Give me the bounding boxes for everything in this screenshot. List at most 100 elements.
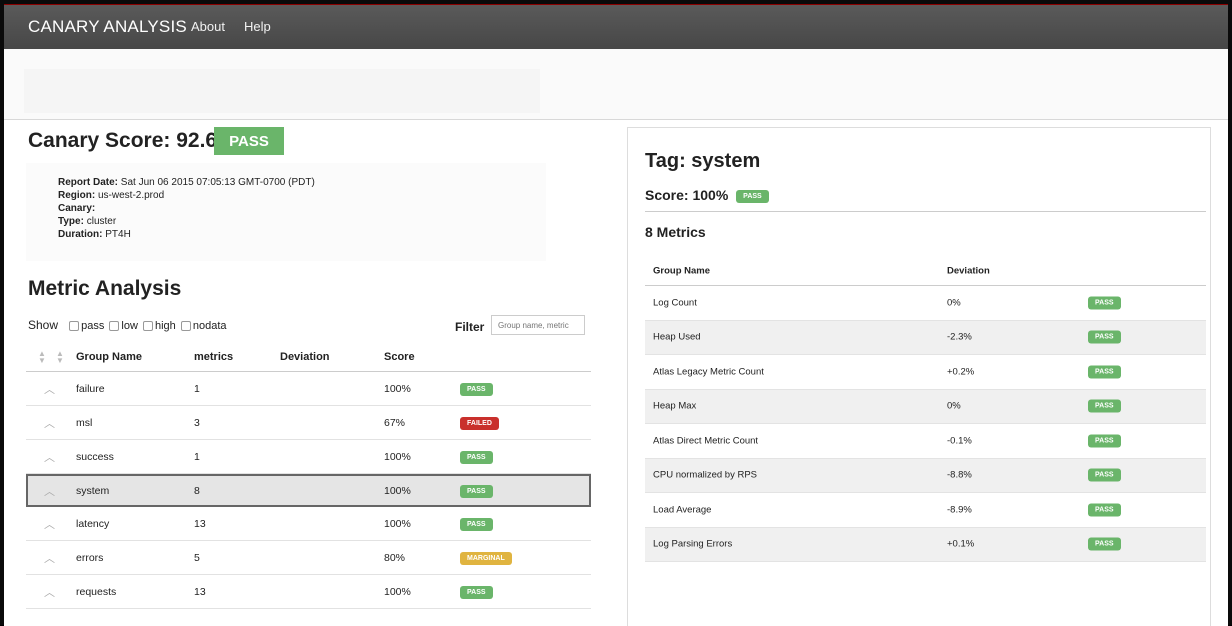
score-cell: 80% (384, 551, 406, 564)
table-row[interactable]: ︿ requests 13 100% PASS (26, 575, 591, 609)
status-badge: PASS (1088, 330, 1121, 344)
tag-table-header: Group Name Deviation (645, 256, 1206, 286)
header-band (4, 49, 1228, 120)
metrics-count-cell: 1 (194, 450, 200, 463)
deviation-cell: 0% (947, 400, 961, 412)
divider (645, 211, 1206, 212)
metrics-count-cell: 8 (194, 484, 200, 497)
tag-title: Tag: system (645, 150, 761, 172)
group-name-cell: msl (76, 416, 93, 429)
table-row: Atlas Legacy Metric Count +0.2% PASS (645, 355, 1206, 390)
status-badge: PASS (1088, 365, 1121, 379)
deviation-cell: -2.3% (947, 331, 972, 343)
group-name-cell: requests (76, 585, 117, 598)
tag-score: Score: 100% PASS (645, 187, 769, 203)
column-header-deviation: Deviation (947, 265, 990, 276)
column-header-group-name[interactable]: Group Name (76, 351, 142, 363)
column-header-score[interactable]: Score (384, 351, 415, 363)
sort-icon[interactable]: ▲ ▼ (56, 350, 64, 365)
chevron-up-icon[interactable]: ︿ (44, 415, 55, 431)
nodata-checkbox-label[interactable]: nodata (193, 320, 227, 332)
score-cell: 67% (384, 416, 406, 429)
pass-checkbox-label[interactable]: pass (81, 320, 104, 332)
status-badge: PASS (460, 450, 493, 464)
metric-name-cell: Atlas Direct Metric Count (653, 435, 759, 447)
duration-line: Duration: PT4H (58, 229, 131, 240)
group-name-cell: latency (76, 517, 110, 530)
duration-label: Duration: (58, 229, 103, 240)
high-checkbox-label[interactable]: high (155, 320, 176, 332)
metrics-count-cell: 13 (194, 585, 206, 598)
score-cell: 100% (384, 450, 411, 463)
region-value: us-west-2.prod (98, 190, 165, 201)
metrics-count-cell: 13 (194, 517, 206, 530)
region-label: Region: (58, 190, 96, 201)
deviation-cell: +0.2% (947, 366, 975, 378)
type-label: Type: (58, 216, 84, 227)
high-checkbox[interactable] (142, 321, 153, 332)
canary-score-title: Canary Score: 92.6% (28, 129, 236, 152)
type-value: cluster (86, 216, 117, 227)
status-badge: PASS (1088, 537, 1121, 551)
tag-table-body: Log Count 0% PASS Heap Used -2.3% PASS Atlas L… (645, 286, 1206, 562)
sort-icon[interactable]: ▲ ▼ (38, 350, 46, 365)
table-row[interactable]: ︿ msl 3 67% FAILED (26, 406, 591, 440)
column-header-metrics[interactable]: metrics (194, 351, 233, 363)
tag-detail-panel: Tag: system Score: 100% PASS 8 Metrics G… (627, 127, 1211, 626)
table-row[interactable]: ︿ failure 1 100% PASS (26, 372, 591, 406)
metric-name-cell: Log Count (653, 297, 697, 309)
chevron-up-icon[interactable]: ︿ (44, 550, 55, 566)
nav-about-link[interactable]: About (191, 19, 225, 34)
deviation-cell: -8.8% (947, 469, 972, 481)
metric-name-cell: Log Parsing Errors (653, 538, 733, 550)
chevron-up-icon[interactable]: ︿ (44, 449, 55, 465)
metric-groups-table: ▲ ▼ ▲ ▼ Group Name metrics Deviation Score… (26, 343, 591, 609)
status-badge: PASS (460, 382, 493, 396)
metrics-count-cell: 1 (194, 382, 200, 395)
browser-viewport: CANARY ANALYSIS About Help Canary Score:… (4, 4, 1228, 626)
group-name-cell: failure (76, 382, 105, 395)
deviation-cell: +0.1% (947, 538, 975, 550)
type-line: Type: cluster (58, 216, 116, 227)
column-header-deviation[interactable]: Deviation (280, 351, 330, 363)
nodata-checkbox[interactable] (180, 321, 191, 332)
pass-checkbox[interactable] (69, 321, 80, 332)
region-line: Region: us-west-2.prod (58, 190, 164, 201)
low-checkbox[interactable] (109, 321, 120, 332)
group-name-cell: success (76, 450, 114, 463)
table-row[interactable]: ︿ latency 13 100% PASS (26, 507, 591, 541)
score-cell: 100% (384, 585, 411, 598)
table-row: Atlas Direct Metric Count -0.1% PASS (645, 424, 1206, 459)
status-badge: PASS (460, 585, 493, 599)
metrics-count-cell: 5 (194, 551, 200, 564)
chevron-up-icon[interactable]: ︿ (44, 483, 55, 499)
nav-help-link[interactable]: Help (244, 19, 271, 34)
canary-line: Canary: (58, 203, 95, 214)
chevron-up-icon[interactable]: ︿ (44, 381, 55, 397)
status-badge: PASS (1088, 434, 1121, 448)
status-badge: FAILED (460, 416, 499, 430)
filter-input[interactable] (491, 315, 585, 335)
table-row: Heap Max 0% PASS (645, 389, 1206, 424)
report-date-label: Report Date: (58, 177, 119, 188)
metric-name-cell: Heap Used (653, 331, 701, 343)
table-row[interactable]: ︿ success 1 100% PASS (26, 440, 591, 474)
show-label: Show (28, 318, 59, 332)
deviation-cell: -0.1% (947, 435, 972, 447)
canary-label: Canary: (58, 203, 96, 214)
chevron-up-icon[interactable]: ︿ (44, 516, 55, 532)
status-badge: PASS (1088, 503, 1121, 517)
top-navbar: CANARY ANALYSIS About Help (4, 5, 1228, 49)
metrics-count-cell: 3 (194, 416, 200, 429)
low-checkbox-label[interactable]: low (121, 320, 138, 332)
table-row[interactable]: ︿ system 8 100% PASS (26, 474, 591, 507)
app-brand[interactable]: CANARY ANALYSIS (28, 17, 187, 37)
metrics-count: 8 Metrics (645, 224, 706, 240)
metric-name-cell: CPU normalized by RPS (653, 469, 758, 481)
chevron-up-icon[interactable]: ︿ (44, 584, 55, 600)
report-date-value: Sat Jun 06 2015 07:05:13 GMT-0700 (PDT) (120, 177, 315, 188)
group-name-cell: system (76, 484, 110, 497)
status-badge: MARGINAL (460, 551, 512, 565)
table-row[interactable]: ︿ errors 5 80% MARGINAL (26, 541, 591, 575)
deviation-cell: -8.9% (947, 504, 972, 516)
